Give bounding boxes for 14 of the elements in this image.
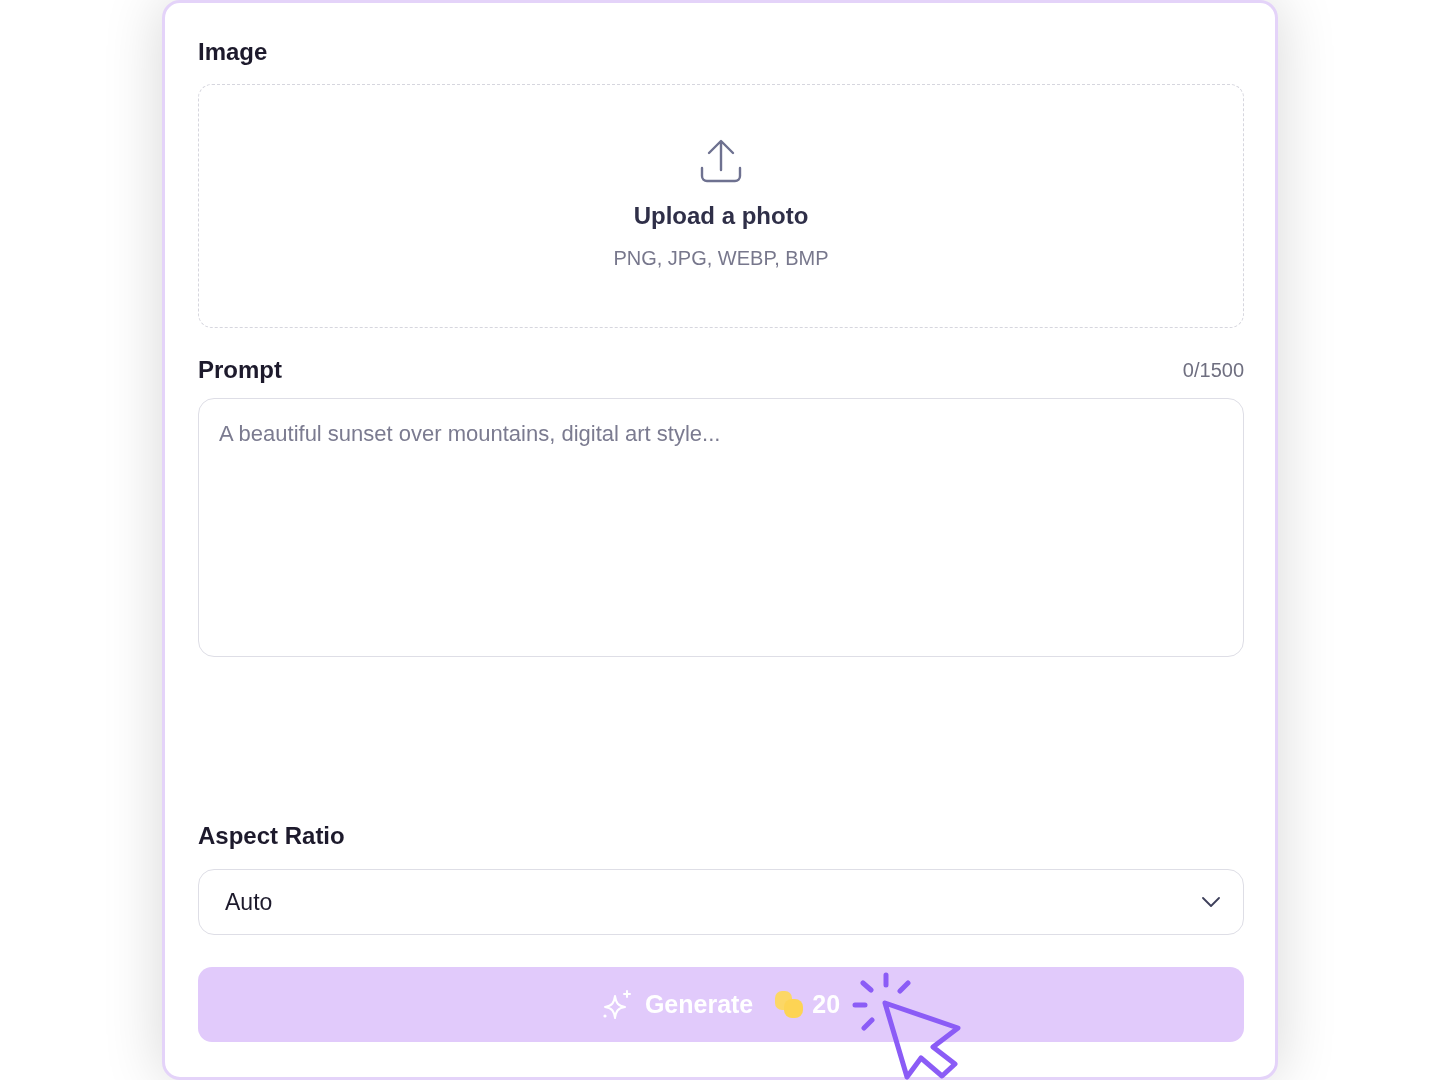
section-label: Aspect Ratio <box>198 821 346 851</box>
aspect-ratio-select[interactable]: Auto <box>198 869 1244 935</box>
prompt-field[interactable]: A beautiful sunset over mountains, digital art style... <box>198 398 1244 657</box>
section-label: Image <box>198 37 269 67</box>
character-counter: 0/1500 <box>1182 358 1244 382</box>
cursor-click-icon <box>852 972 962 1080</box>
section-label: Prompt <box>198 355 282 385</box>
upload-icon <box>699 139 743 183</box>
upload-title: Upload a photo <box>633 201 809 231</box>
coins-icon <box>774 989 805 1020</box>
sparkle-icon <box>601 989 632 1020</box>
upload-dropzone[interactable]: Upload a photo PNG, JPG, WEBP, BMP <box>198 84 1244 328</box>
file-formats-text: PNG, JPG, WEBP, BMP <box>613 246 829 270</box>
chevron-down-icon <box>1202 897 1220 907</box>
